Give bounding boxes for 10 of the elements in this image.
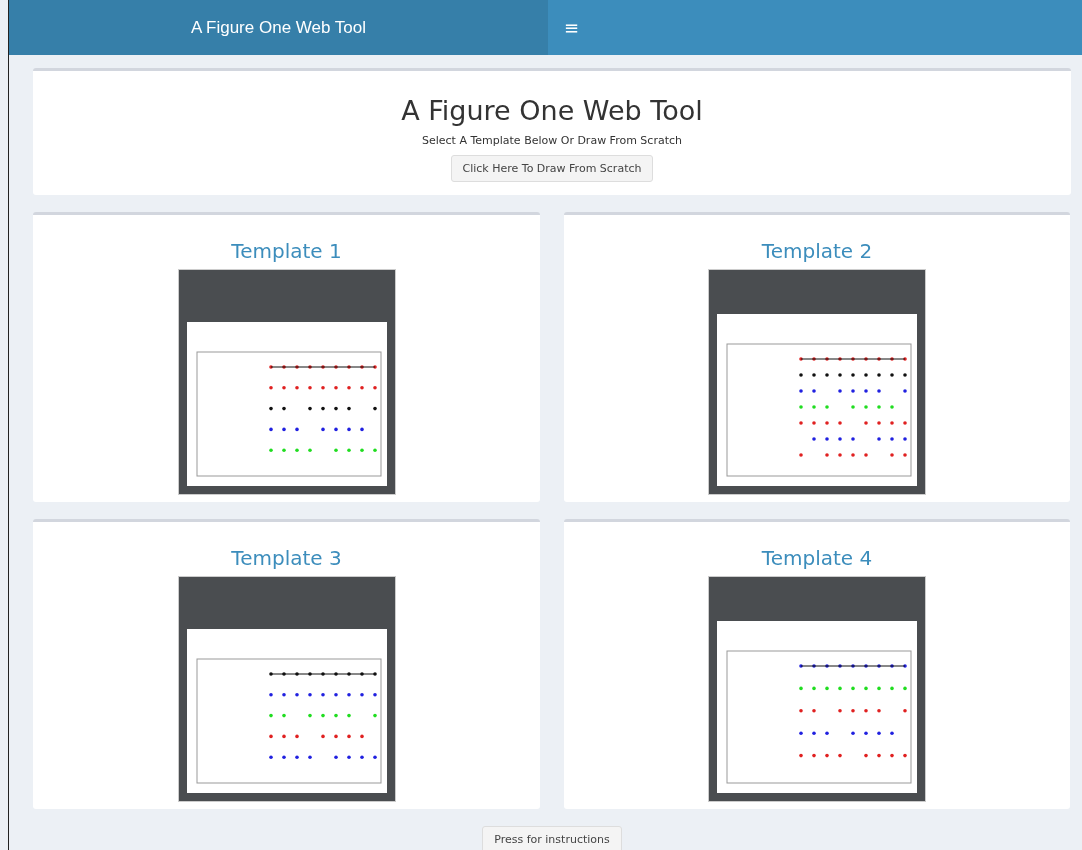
page-title: A Figure One Web Tool (401, 95, 703, 126)
draw-from-scratch-button[interactable]: Click Here To Draw From Scratch (450, 155, 654, 182)
template-title[interactable]: Template 4 (761, 546, 873, 570)
template-title[interactable]: Template 1 (231, 239, 342, 263)
template-title[interactable]: Template 3 (231, 546, 342, 570)
subtitle: Select A Template Below Or Draw From Scratch (422, 134, 682, 147)
template-title[interactable]: Template 2 (761, 239, 873, 263)
instructions-button[interactable]: Press for instructions (482, 826, 622, 850)
brand-title: A Figure One Web Tool (9, 0, 548, 55)
menu-button[interactable]: ≡ (558, 13, 586, 42)
